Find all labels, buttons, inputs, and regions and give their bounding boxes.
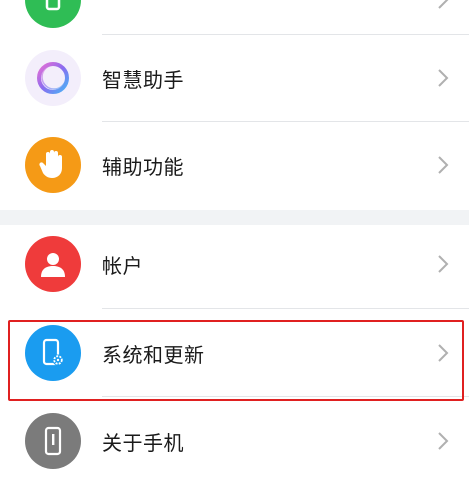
chevron-right-icon: [438, 344, 449, 362]
assistant-ring-icon: [25, 50, 81, 106]
settings-item-accessibility[interactable]: 辅助功能: [0, 121, 469, 209]
chevron-right-icon: [438, 255, 449, 273]
settings-item-label: 帐户: [102, 254, 143, 278]
phone-info-icon: [25, 413, 81, 469]
hand-icon: [25, 137, 81, 193]
settings-item-label: 系统和更新: [102, 343, 205, 367]
settings-item-label: 辅助功能: [102, 155, 184, 179]
chevron-right-icon: [438, 156, 449, 174]
settings-item-about-phone[interactable]: 关于手机: [0, 397, 469, 485]
chevron-right-icon: [438, 69, 449, 87]
chevron-right-icon: [438, 432, 449, 450]
settings-item-smart-assistant[interactable]: 智慧助手: [0, 34, 469, 122]
phone-gear-icon: [25, 325, 81, 381]
settings-item-system-update[interactable]: 系统和更新: [0, 309, 469, 397]
chevron-right-icon: [438, 0, 449, 9]
settings-item-label: 关于手机: [102, 431, 184, 455]
settings-item-account[interactable]: 帐户: [0, 220, 469, 308]
battery-icon: [25, 0, 81, 28]
settings-item-label: 智慧助手: [102, 68, 184, 92]
person-icon: [25, 236, 81, 292]
